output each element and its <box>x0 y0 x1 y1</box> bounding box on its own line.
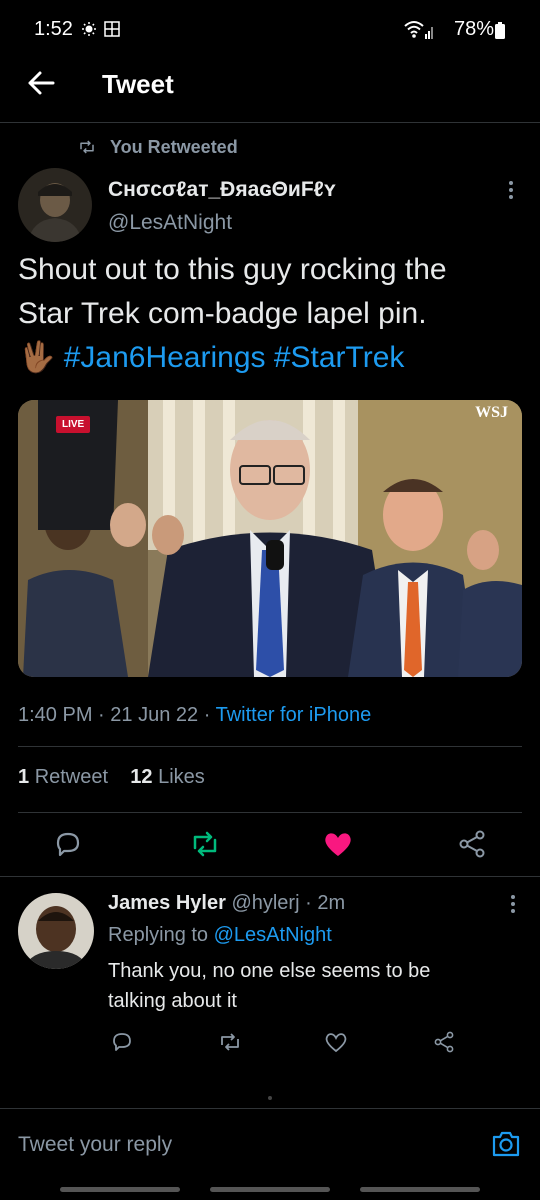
replying-to-link[interactable]: @LesAtNight <box>214 924 332 946</box>
reply-age: 2m <box>317 892 346 914</box>
retweet-count-link[interactable]: 1 Retweet <box>18 766 108 788</box>
retweet-icon <box>80 140 94 154</box>
reply-author-handle[interactable]: @hylerj <box>231 892 299 914</box>
reply-input[interactable] <box>18 1125 468 1165</box>
live-badge: LIVE <box>56 416 91 433</box>
engagement-divider <box>18 812 522 813</box>
author-avatar[interactable] <box>18 168 92 242</box>
camera-icon[interactable] <box>490 1128 522 1160</box>
reply-icon[interactable] <box>52 828 84 860</box>
replying-to: Replying to @LesAtNight <box>108 924 332 947</box>
hashtag-link[interactable]: #StarTrek <box>274 341 405 374</box>
system-nav-bar <box>0 1180 540 1200</box>
tweet-source-link[interactable]: Twitter for iPhone <box>216 704 372 726</box>
gallery-icon <box>104 21 120 37</box>
author-handle[interactable]: @LesAtNight <box>108 211 232 235</box>
vulcan-salute-emoji: 🖖🏾 <box>18 341 56 374</box>
reply-author-name[interactable]: James Hyler <box>108 892 226 914</box>
tweet-text-line: Star Trek com-badge lapel pin. <box>18 297 427 330</box>
hashtag-link[interactable]: #Jan6Hearings <box>64 341 266 374</box>
meta-divider <box>18 746 522 747</box>
retweet-icon[interactable] <box>218 1030 242 1054</box>
reply-author-avatar[interactable] <box>18 893 94 969</box>
wifi-signal-icon <box>404 21 433 39</box>
more-vertical-icon[interactable] <box>500 178 522 202</box>
tweet-time: 1:40 PM <box>18 704 93 726</box>
nav-home-handle[interactable] <box>210 1187 330 1192</box>
share-icon[interactable] <box>456 828 488 860</box>
tweet-media-image[interactable]: LIVE WSJ <box>18 400 522 677</box>
wsj-logo: WSJ <box>475 404 508 421</box>
reply-icon[interactable] <box>110 1030 134 1054</box>
tweet-date: 21 Jun 22 <box>110 704 199 726</box>
heart-icon[interactable] <box>322 828 354 860</box>
meta-separator: · <box>98 704 105 726</box>
heart-icon[interactable] <box>324 1030 348 1054</box>
reply-text-line: talking about it <box>108 990 237 1012</box>
tweet-meta: 1:40 PM · 21 Jun 22 · Twitter for iPhone <box>18 704 371 727</box>
meta-separator: · <box>305 892 312 914</box>
engagement-counts: 1 Retweet 12 Likes <box>18 766 205 789</box>
header-divider <box>0 122 540 123</box>
retweeted-label: You Retweeted <box>110 137 238 157</box>
more-vertical-icon[interactable] <box>502 892 524 916</box>
battery-icon <box>495 22 505 39</box>
brightness-icon <box>82 22 96 36</box>
nav-back-handle[interactable] <box>60 1187 180 1192</box>
status-bar: 1:52 78% <box>0 0 540 60</box>
nav-recent-handle[interactable] <box>360 1187 480 1192</box>
battery-percent: 78% <box>454 18 495 40</box>
replying-prefix: Replying to <box>108 924 209 946</box>
tweet-text-line: Shout out to this guy rocking the <box>18 253 447 286</box>
page-title: Tweet <box>102 69 174 99</box>
scroll-indicator <box>268 1096 272 1100</box>
arrow-left-icon[interactable] <box>24 66 58 100</box>
author-name[interactable]: Cʜσcσℓaт_ÐяaɢΘиFℓʏ <box>108 178 336 202</box>
reply-text: Thank you, no one else seems to be talki… <box>108 956 508 1016</box>
likes-count-link[interactable]: 12 Likes <box>130 766 205 788</box>
actions-divider <box>0 876 540 877</box>
status-time: 1:52 <box>34 18 73 40</box>
reply-text-line: Thank you, no one else seems to be <box>108 960 431 982</box>
retweet-icon[interactable] <box>189 828 221 860</box>
reply-header: James Hyler @hylerj · 2m <box>108 892 345 915</box>
composer-divider <box>0 1108 540 1109</box>
meta-separator: · <box>203 704 211 726</box>
share-icon[interactable] <box>432 1030 456 1054</box>
tweet-text: Shout out to this guy rocking the Star T… <box>18 248 528 380</box>
